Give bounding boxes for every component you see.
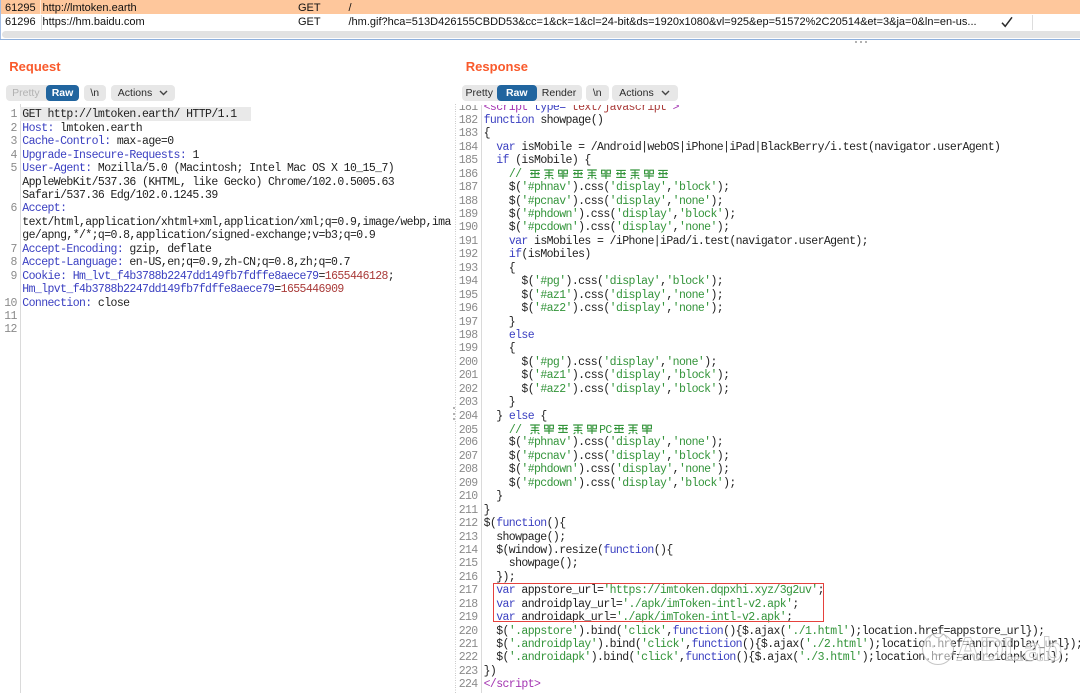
svg-text:ADLab: ADLab	[956, 631, 1062, 668]
